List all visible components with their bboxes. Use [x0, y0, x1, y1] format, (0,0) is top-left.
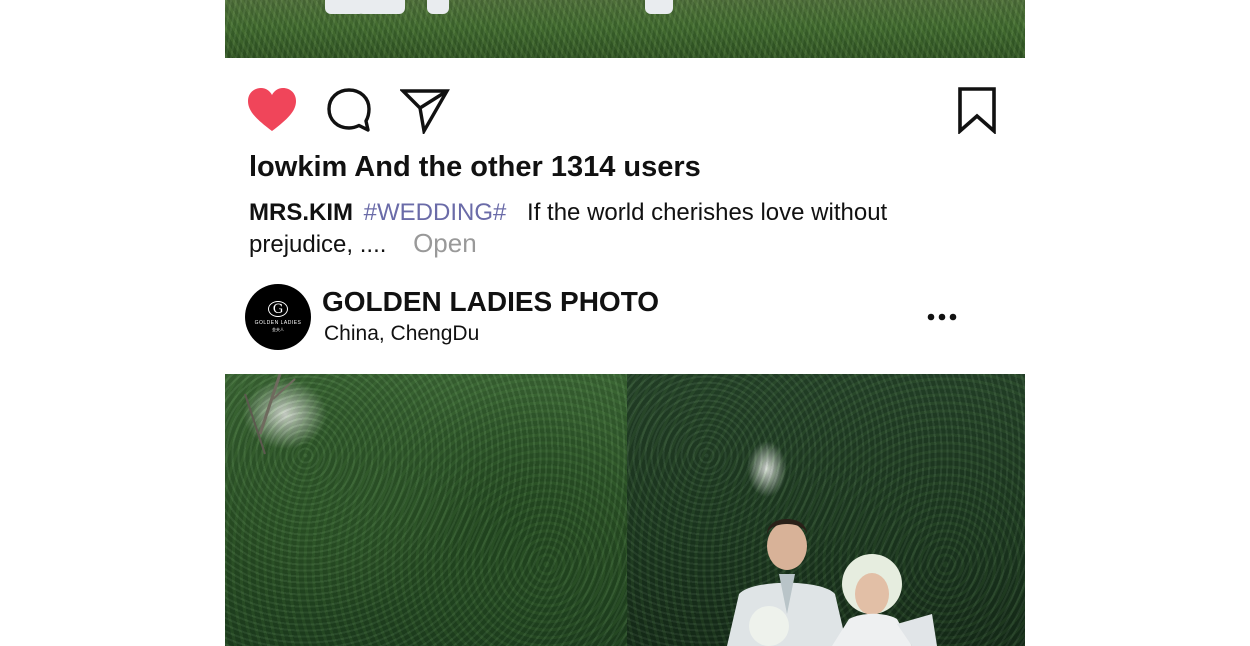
- avatar-monogram: G: [268, 301, 288, 317]
- avatar[interactable]: G GOLDEN LADIES 金夫人: [245, 284, 311, 350]
- shoe-prop: [645, 0, 673, 14]
- caption-username[interactable]: MRS.KIM: [249, 199, 353, 226]
- shoe-prop: [427, 0, 449, 14]
- caption-open-link[interactable]: Open: [413, 228, 477, 258]
- tree-branches-illustration: [244, 374, 296, 455]
- avatar-sub: 金夫人: [272, 327, 284, 332]
- share-button[interactable]: [398, 84, 452, 136]
- comment-button[interactable]: [322, 84, 376, 136]
- post-photo[interactable]: [225, 374, 1025, 646]
- avatar-brand: GOLDEN LADIES: [254, 320, 302, 326]
- post-caption: MRS.KIM #WEDDING# If the world cherishes…: [249, 198, 939, 260]
- couple-illustration: [727, 519, 937, 646]
- more-options-button[interactable]: [927, 302, 957, 332]
- post-photo-previous[interactable]: [225, 0, 1025, 58]
- bookmark-icon: [958, 87, 996, 134]
- photo-left-panel-trees: [225, 374, 627, 646]
- chair-prop: [357, 0, 405, 14]
- post-header: G GOLDEN LADIES 金夫人 GOLDEN LADIES PHOTO …: [245, 284, 1005, 350]
- like-button[interactable]: [245, 84, 299, 136]
- save-button[interactable]: [950, 84, 1004, 136]
- account-name[interactable]: GOLDEN LADIES PHOTO: [322, 286, 659, 318]
- photo-right-panel-couple: [627, 374, 1025, 646]
- more-horizontal-icon: [927, 313, 957, 321]
- feed-page: lowkim And the other 1314 users MRS.KIM …: [0, 0, 1250, 646]
- speech-bubble-icon: [327, 88, 371, 132]
- caption-hashtag[interactable]: #WEDDING#: [364, 199, 507, 226]
- paper-plane-icon: [400, 89, 450, 134]
- heart-filled-icon: [248, 88, 296, 131]
- account-location[interactable]: China, ChengDu: [324, 322, 479, 346]
- post-action-bar: [225, 84, 1025, 136]
- likes-count-text[interactable]: lowkim And the other 1314 users: [249, 151, 701, 184]
